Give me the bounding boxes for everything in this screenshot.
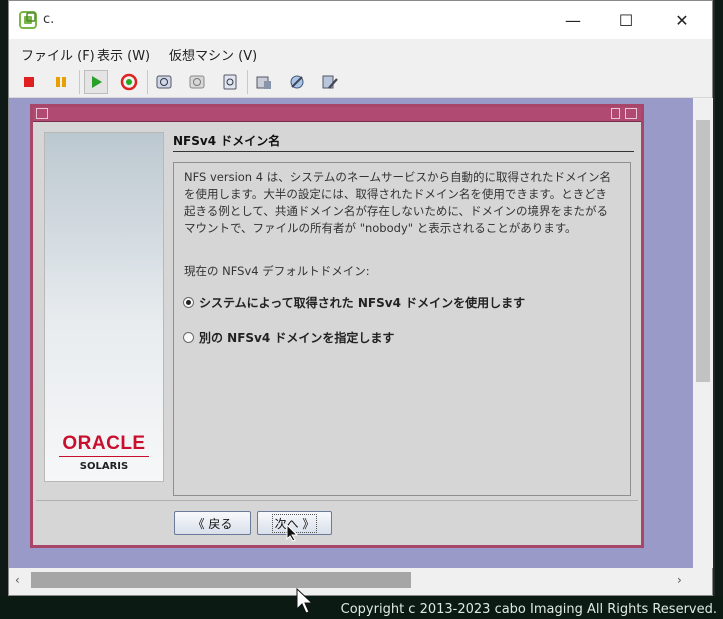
scroll-left-icon[interactable]: ‹ — [15, 573, 20, 587]
tools-icon — [290, 75, 304, 89]
toolbar — [9, 65, 712, 98]
dialog-footer: 《 戻る 次へ 》 — [36, 500, 638, 545]
settings-button[interactable] — [252, 70, 276, 94]
solaris-logo: SOLARIS — [79, 461, 129, 472]
play-button[interactable] — [84, 70, 108, 94]
toolbar-separator — [147, 70, 148, 94]
radio-auto-domain[interactable]: システムによって取得された NFSv4 ドメインを使用します — [183, 294, 525, 311]
dialog-menu-icon[interactable] — [36, 108, 48, 119]
dialog-maximize-icon[interactable] — [625, 108, 637, 119]
reset-button[interactable] — [117, 70, 141, 94]
back-button[interactable]: 《 戻る — [174, 511, 251, 535]
settings-icon — [256, 76, 271, 89]
title-divider — [173, 151, 634, 152]
window-title: c. — [43, 12, 55, 27]
toolbar-separator — [79, 70, 80, 94]
vmware-app-icon — [19, 11, 37, 29]
maximize-button[interactable]: ☐ — [603, 1, 649, 39]
dialog-minimize-icon[interactable] — [611, 108, 620, 119]
toolbar-separator — [247, 70, 248, 94]
description-text: NFS version 4 は、システムのネームサービスから自動的に取得されたド… — [184, 170, 612, 235]
snapshot-manager-button[interactable] — [218, 70, 242, 94]
snapshot-revert-icon — [189, 75, 205, 89]
wrench-button[interactable] — [318, 70, 342, 94]
minimize-button[interactable]: — — [550, 1, 596, 39]
pause-button[interactable] — [49, 70, 73, 94]
snapshot-manager-icon — [223, 74, 237, 90]
copyright-text: Copyright c 2013-2023 cabo Imaging All R… — [338, 602, 719, 617]
close-button[interactable]: ✕ — [659, 1, 705, 39]
play-icon — [92, 76, 102, 88]
snapshot-button[interactable] — [152, 70, 176, 94]
installer-dialog: ORACLE SOLARIS NFSv4 ドメイン名 NFS version 4… — [30, 104, 644, 548]
radio-manual-domain[interactable]: 別の NFSv4 ドメインを指定します — [183, 329, 394, 346]
vertical-scroll-thumb[interactable] — [696, 120, 710, 382]
current-domain-label: 現在の NFSv4 デフォルトドメイン: — [184, 264, 370, 278]
horizontal-scrollbar[interactable]: ‹ › — [9, 568, 712, 592]
tools-button[interactable] — [285, 70, 309, 94]
radio-auto-label: システムによって取得された NFSv4 ドメインを使用します — [199, 296, 526, 310]
mouse-cursor-icon — [286, 524, 298, 542]
menu-vm[interactable]: 仮想マシン (V) — [169, 45, 257, 64]
radio-manual-label: 別の NFSv4 ドメインを指定します — [199, 331, 395, 345]
menu-file[interactable]: ファイル (F) — [21, 45, 95, 64]
menu-view[interactable]: 表示 (W) — [97, 45, 150, 64]
vm-window: c. — ☐ ✕ ファイル (F) 表示 (W) 仮想マシン (V) ORACL… — [8, 0, 713, 596]
scroll-right-icon[interactable]: › — [677, 573, 682, 587]
dialog-title-bar — [33, 107, 641, 122]
title-bar: c. — ☐ ✕ — [9, 1, 712, 39]
logo-underline — [59, 456, 149, 457]
stop-icon — [24, 77, 34, 87]
pause-icon — [56, 77, 66, 87]
snapshot-revert-button[interactable] — [185, 70, 209, 94]
content-panel: NFS version 4 は、システムのネームサービスから自動的に取得されたド… — [173, 162, 631, 496]
snapshot-icon — [156, 75, 172, 89]
desktop-cursor-icon — [296, 588, 312, 614]
vertical-scrollbar[interactable] — [693, 98, 713, 568]
wrench-icon — [322, 75, 338, 89]
radio-selected-icon[interactable] — [183, 297, 194, 308]
horizontal-scroll-thumb[interactable] — [31, 572, 411, 588]
oracle-logo: ORACLE — [62, 433, 146, 454]
menu-bar: ファイル (F) 表示 (W) 仮想マシン (V) — [9, 39, 712, 65]
vm-display[interactable]: ORACLE SOLARIS NFSv4 ドメイン名 NFS version 4… — [9, 98, 693, 568]
dialog-body: ORACLE SOLARIS NFSv4 ドメイン名 NFS version 4… — [36, 124, 638, 498]
brand-panel: ORACLE SOLARIS — [44, 132, 164, 482]
radio-unselected-icon[interactable] — [183, 332, 194, 343]
desktop-background-right — [715, 0, 723, 619]
page-title: NFSv4 ドメイン名 — [173, 134, 281, 148]
stop-button[interactable] — [17, 70, 41, 94]
reset-icon — [120, 73, 138, 91]
